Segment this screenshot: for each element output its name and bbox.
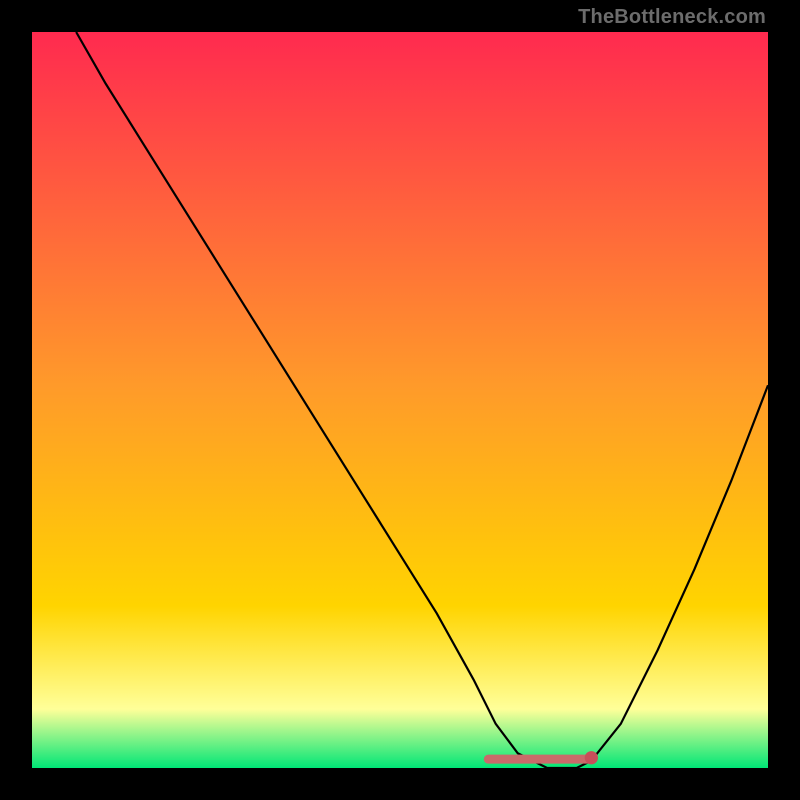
chart-curve xyxy=(32,32,768,768)
watermark-text: TheBottleneck.com xyxy=(578,6,766,29)
chart-frame xyxy=(32,32,768,768)
valley-marker-dot xyxy=(585,751,598,764)
